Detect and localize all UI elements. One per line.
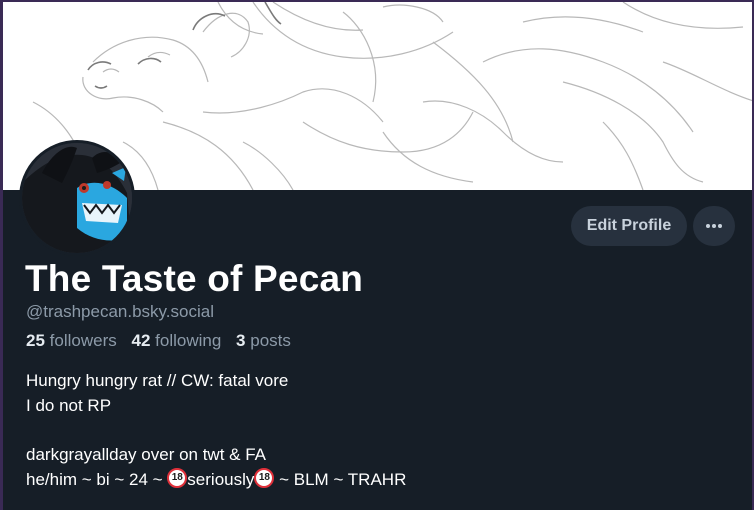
profile-stats: 25 followers 42 following 3 posts xyxy=(26,331,301,351)
following-count: 42 xyxy=(131,331,151,350)
avatar[interactable] xyxy=(19,140,135,256)
bio-line: he/him ~ bi ~ 24 ~ 18 seriously 18 ~ BLM ~… xyxy=(26,467,406,492)
posts-label: posts xyxy=(250,331,291,350)
display-name: The Taste of Pecan xyxy=(25,258,364,299)
profile-page: Edit Profile The Taste of Pecan @trashpe… xyxy=(0,0,754,510)
bio-blank-line xyxy=(26,418,406,442)
followers-label: followers xyxy=(49,331,117,350)
posts-stat: 3 posts xyxy=(236,331,291,350)
more-options-button[interactable] xyxy=(693,206,735,246)
following-link[interactable]: 42 following xyxy=(131,331,226,350)
bio-text: ~ BLM ~ TRAHR xyxy=(274,470,407,489)
profile-bio: Hungry hungry rat // CW: fatal vore I do… xyxy=(26,368,406,492)
bio-text: he/him ~ bi ~ 24 ~ xyxy=(26,470,168,489)
bio-line: darkgrayallday over on twt & FA xyxy=(26,445,267,464)
followers-count: 25 xyxy=(26,331,45,350)
followers-link[interactable]: 25 followers xyxy=(26,331,121,350)
no-one-under-18-icon: 18 xyxy=(167,468,188,488)
edit-profile-button[interactable]: Edit Profile xyxy=(571,206,687,246)
user-handle: @trashpecan.bsky.social xyxy=(26,302,214,321)
bio-line: Hungry hungry rat // CW: fatal vore xyxy=(26,371,289,390)
bio-line: I do not RP xyxy=(26,396,112,415)
avatar-image xyxy=(22,143,132,253)
following-label: following xyxy=(155,331,222,350)
no-one-under-18-icon: 18 xyxy=(254,468,275,488)
ellipsis-icon xyxy=(706,224,722,228)
posts-count: 3 xyxy=(236,331,246,350)
bio-text: seriously xyxy=(187,470,255,489)
